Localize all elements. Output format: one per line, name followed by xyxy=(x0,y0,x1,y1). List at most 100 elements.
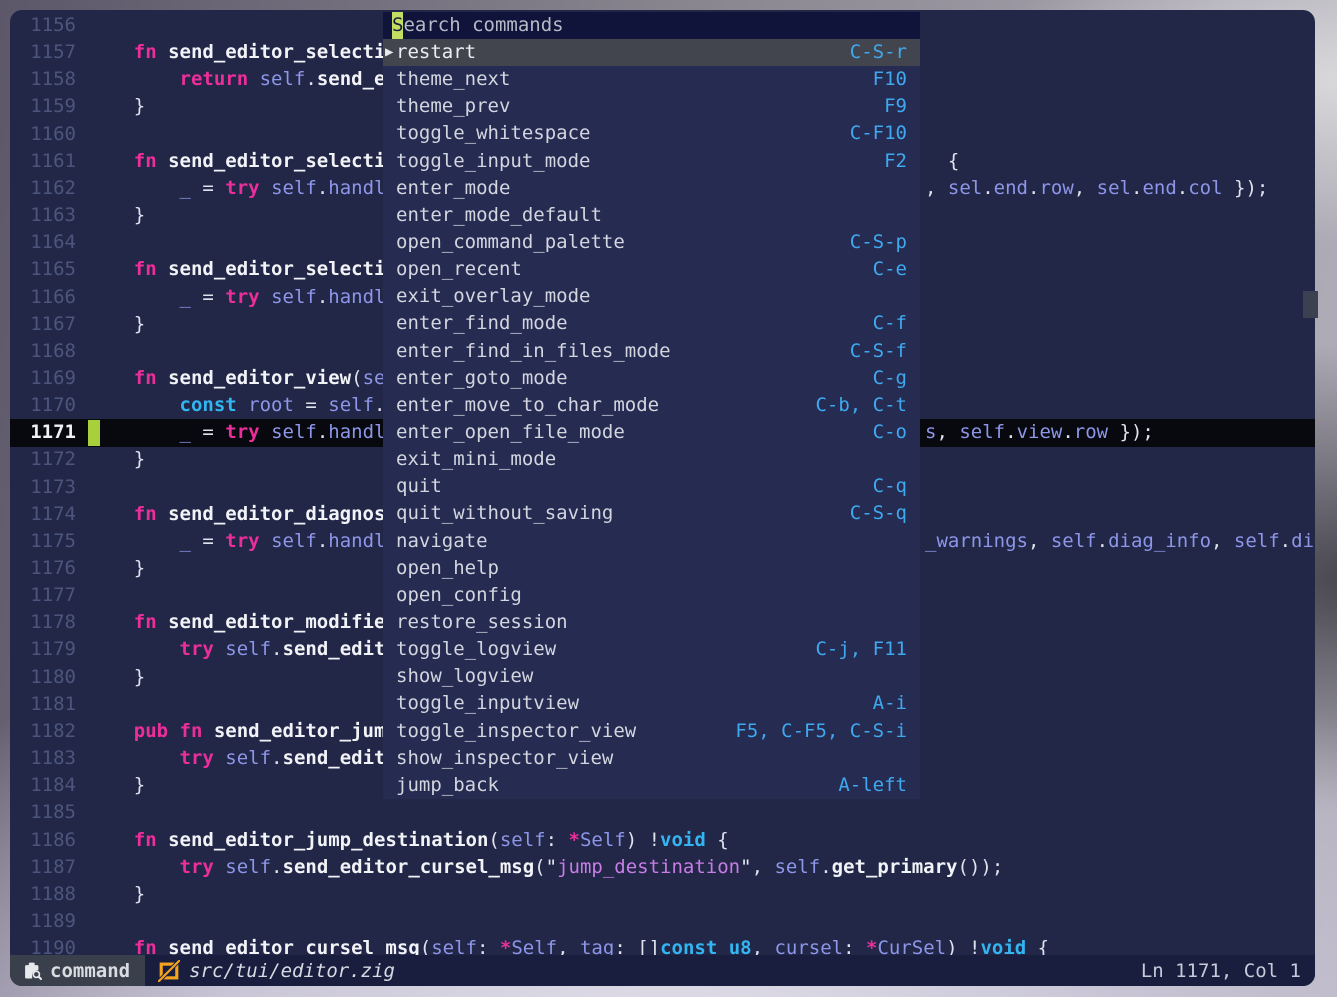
code-text: fn send_editor_diagnost xyxy=(88,501,397,528)
palette-item[interactable]: open_recent C-e xyxy=(383,256,920,283)
palette-item[interactable]: show_logview xyxy=(383,663,920,690)
line-number: 1170 xyxy=(10,392,76,419)
palette-item[interactable]: quit_without_savingC-S-q xyxy=(383,500,920,527)
palette-item[interactable]: enter_open_file_modeC-o xyxy=(383,419,920,446)
line-number: 1174 xyxy=(10,501,76,528)
palette-item[interactable]: navigate xyxy=(383,528,920,555)
code-text-right: _warnings, self.diag_info, self.di xyxy=(925,528,1314,555)
palette-item-keys: C-j, F11 xyxy=(815,636,907,663)
line-number: 1161 xyxy=(10,148,76,175)
palette-item[interactable]: quitC-q xyxy=(383,473,920,500)
palette-item[interactable]: open_config xyxy=(383,582,920,609)
palette-item[interactable]: enter_mode xyxy=(383,175,920,202)
line-number: 1166 xyxy=(10,284,76,311)
palette-item-label: toggle_whitespace xyxy=(396,120,590,147)
code-text: fn send_editor_selectio xyxy=(88,39,397,66)
scrollbar-thumb[interactable] xyxy=(1303,291,1318,318)
code-line[interactable]: 1187 try self.send_editor_cursel_msg("ju… xyxy=(10,854,1315,882)
line-number: 1186 xyxy=(10,827,76,854)
code-text: } xyxy=(88,311,145,338)
palette-item-label: toggle_input_mode xyxy=(396,148,590,175)
code-line[interactable]: 1185 xyxy=(10,799,1315,827)
code-text: _ = try self.handle xyxy=(88,528,397,555)
palette-item[interactable]: jump_back A-left xyxy=(383,772,920,799)
line-number: 1184 xyxy=(10,772,76,799)
palette-item-keys: C-o xyxy=(873,419,907,446)
palette-item-label: open_recent xyxy=(396,256,522,283)
palette-item-label: quit_without_saving xyxy=(396,500,613,527)
line-number: 1169 xyxy=(10,365,76,392)
palette-item-label: toggle_inputview xyxy=(396,690,579,717)
palette-item[interactable]: open_command_paletteC-S-p xyxy=(383,229,920,256)
palette-item[interactable]: enter_find_modeC-f xyxy=(383,310,920,337)
palette-item[interactable]: ▶restartC-S-r xyxy=(383,39,920,66)
palette-item[interactable]: show_inspector_view xyxy=(383,745,920,772)
palette-item-keys: C-S-r xyxy=(850,39,907,66)
line-number: 1185 xyxy=(10,799,76,826)
mode-indicator[interactable]: command xyxy=(10,955,145,986)
palette-item-label: show_logview xyxy=(396,663,533,690)
palette-item-label: restore_session xyxy=(396,609,568,636)
line-number: 1179 xyxy=(10,636,76,663)
palette-item[interactable]: enter_mode_default xyxy=(383,202,920,229)
line-number: 1180 xyxy=(10,664,76,691)
zig-logo-icon xyxy=(158,960,180,982)
line-number: 1189 xyxy=(10,908,76,935)
palette-item[interactable]: toggle_inputviewA-i xyxy=(383,690,920,717)
palette-item[interactable]: exit_overlay_mode xyxy=(383,283,920,310)
code-line[interactable]: 1188 } xyxy=(10,881,1315,909)
code-text: _ = try self.handle xyxy=(88,175,397,202)
line-number: 1178 xyxy=(10,609,76,636)
line-number: 1157 xyxy=(10,39,76,66)
line-number: 1175 xyxy=(10,528,76,555)
palette-item[interactable]: theme_prevF9 xyxy=(383,93,920,120)
palette-item-label: enter_move_to_char_mode xyxy=(396,392,659,419)
palette-item[interactable]: toggle_inspector_viewF5, C-F5, C-S-i xyxy=(383,718,920,745)
search-placeholder: earch commands xyxy=(403,12,563,39)
palette-item-keys: C-b, C-t xyxy=(815,392,907,419)
code-text: try self.send_editor_cursel_msg("jump_de… xyxy=(88,854,1003,881)
line-number: 1159 xyxy=(10,93,76,120)
palette-item[interactable]: toggle_whitespace C-F10 xyxy=(383,120,920,147)
palette-item-label: exit_overlay_mode xyxy=(396,283,590,310)
code-line[interactable]: 1186 fn send_editor_jump_destination(sel… xyxy=(10,827,1315,855)
code-text: } xyxy=(88,202,145,229)
palette-item-keys: C-e xyxy=(873,256,907,283)
code-text: _ = try self.handle xyxy=(88,284,397,311)
line-number: 1163 xyxy=(10,202,76,229)
palette-item[interactable]: enter_find_in_files_modeC-S-f xyxy=(383,338,920,365)
mode-label: command xyxy=(50,960,130,982)
palette-search-input[interactable]: Search commands xyxy=(383,12,920,39)
palette-item-label: show_inspector_view xyxy=(396,745,613,772)
palette-item-label: enter_mode_default xyxy=(396,202,602,229)
palette-item-label: enter_find_mode xyxy=(396,310,568,337)
code-line[interactable]: 1189 xyxy=(10,908,1315,936)
palette-item-keys: F5, C-F5, C-S-i xyxy=(735,718,907,745)
palette-item-label: quit xyxy=(396,473,442,500)
palette-item[interactable]: enter_move_to_char_mode C-b, C-t xyxy=(383,392,920,419)
code-text: _ = try self.handle xyxy=(88,419,397,446)
palette-item[interactable]: exit_mini_mode xyxy=(383,446,920,473)
code-text: try self.send_edito xyxy=(88,636,397,663)
palette-item[interactable]: restore_session xyxy=(383,609,920,636)
line-number: 1168 xyxy=(10,338,76,365)
palette-item-label: jump_back xyxy=(396,772,499,799)
line-number: 1171 xyxy=(10,419,76,446)
editor-window: 11561157 fn send_editor_selectio1158 ret… xyxy=(10,10,1315,986)
cursor-position[interactable]: Ln 1171, Col 1 xyxy=(1141,960,1315,982)
file-indicator[interactable]: src/tui/editor.zig xyxy=(145,960,395,982)
code-text: const root = self.b xyxy=(88,392,397,419)
palette-item-keys: C-F10 xyxy=(850,120,907,147)
desktop-wallpaper: { "statusbar": { "mode": "command", "fil… xyxy=(0,0,1337,997)
code-text-right: s, self.view.row }); xyxy=(925,419,1154,446)
palette-item-keys: A-left xyxy=(838,772,907,799)
palette-item[interactable]: toggle_logviewC-j, F11 xyxy=(383,636,920,663)
palette-item[interactable]: toggle_input_modeF2 xyxy=(383,148,920,175)
palette-item-label: open_command_palette xyxy=(396,229,625,256)
code-text: fn send_editor_view(sel xyxy=(88,365,397,392)
palette-item[interactable]: enter_goto_modeC-g xyxy=(383,365,920,392)
palette-item[interactable]: theme_nextF10 xyxy=(383,66,920,93)
palette-item-keys: C-g xyxy=(873,365,907,392)
status-bar: command src/tui/editor.zig Ln 1171, Col … xyxy=(10,955,1315,986)
palette-item[interactable]: open_help xyxy=(383,555,920,582)
